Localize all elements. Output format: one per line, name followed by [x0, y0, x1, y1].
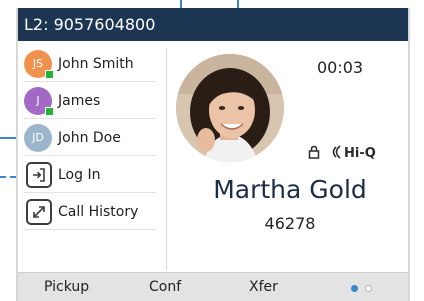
status-bar: L2: 9057604800	[18, 8, 408, 41]
hiq-audio-icon	[328, 144, 342, 163]
login-icon	[26, 161, 52, 188]
sidebar-item-label: Call History	[58, 203, 139, 220]
presence-indicator	[45, 106, 54, 116]
page-dot-active	[351, 285, 358, 292]
sidebar-item-john-doe[interactable]: JD John Doe	[24, 120, 156, 156]
caller-number: 46278	[264, 214, 316, 233]
conf-softkey[interactable]: Conf	[149, 273, 181, 301]
page-dot-inactive	[365, 285, 372, 292]
sidebar-item-james[interactable]: J James	[24, 83, 156, 119]
sidebar-item-label: Log In	[58, 166, 101, 183]
sidebar-item-log-in[interactable]: Log In	[24, 157, 156, 193]
caller-name: Martha Gold	[213, 175, 367, 204]
call-history-icon	[26, 198, 52, 225]
call-quality-indicator: Hi-Q	[308, 143, 376, 163]
softkey-bar: Pickup Conf Xfer	[18, 272, 408, 301]
avatar: J	[24, 86, 54, 116]
callout-line-left-upper	[0, 137, 16, 139]
caller-photo	[176, 54, 284, 162]
callout-line-top-right	[237, 0, 239, 8]
call-timer: 00:03	[317, 58, 364, 77]
pickup-softkey[interactable]: Pickup	[44, 273, 89, 301]
sidebar-item-label: John Doe	[58, 129, 121, 146]
sidebar: JS John Smith J James JD John Doe Log In…	[18, 46, 164, 272]
avatar: JD	[24, 123, 52, 152]
callout-line-top-left	[180, 0, 182, 8]
xfer-softkey[interactable]: Xfer	[249, 273, 278, 301]
sidebar-item-john-smith[interactable]: JS John Smith	[24, 46, 156, 82]
avatar: JS	[24, 49, 54, 79]
sidebar-item-call-history[interactable]: Call History	[24, 194, 156, 230]
callout-line-left-lower	[0, 176, 16, 178]
hiq-label: Hi-Q	[344, 145, 376, 161]
lock-icon	[308, 144, 320, 163]
presence-indicator	[45, 69, 54, 79]
sidebar-item-label: John Smith	[58, 55, 134, 72]
line-label: L2: 9057604800	[24, 15, 156, 34]
phone-screen: L2: 9057604800 JS John Smith J James JD …	[16, 8, 410, 301]
panel-divider	[166, 48, 167, 270]
sidebar-item-label: James	[58, 92, 101, 109]
